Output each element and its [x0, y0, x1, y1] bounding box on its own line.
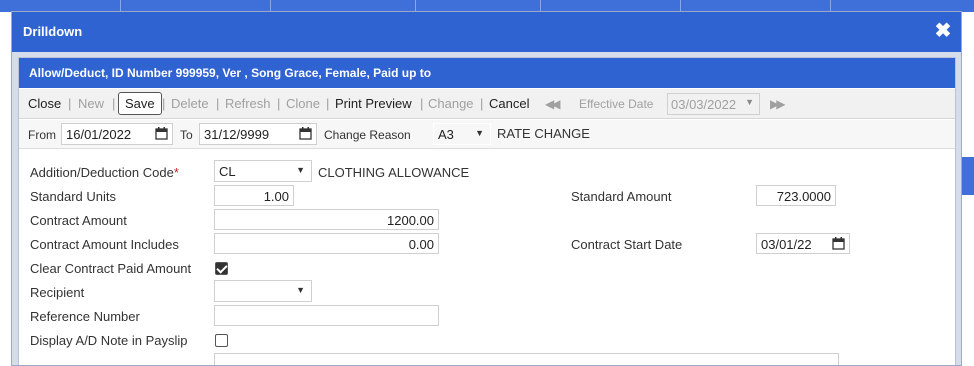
- effective-date-label: Effective Date: [579, 97, 654, 111]
- contract-amount-includes-label: Contract Amount Includes: [30, 237, 179, 252]
- save-button[interactable]: Save: [118, 92, 162, 115]
- refresh-button[interactable]: Refresh: [225, 96, 271, 111]
- standard-amount-input[interactable]: 723.0000: [756, 185, 836, 206]
- new-button[interactable]: New: [78, 96, 104, 111]
- close-x-icon[interactable]: ✖: [933, 21, 953, 41]
- note-textarea[interactable]: [214, 353, 839, 365]
- toolbar-separator: |: [162, 96, 166, 111]
- standard-amount-label: Standard Amount: [571, 189, 672, 204]
- change-reason-select[interactable]: A3 ▼: [433, 123, 491, 145]
- contract-start-date-value: 03/01/22: [761, 237, 812, 252]
- contract-amount-label: Contract Amount: [30, 213, 127, 228]
- toolbar-separator: |: [112, 96, 116, 111]
- ad-code-label: Addition/Deduction Code*: [30, 165, 179, 180]
- reference-number-input[interactable]: [214, 305, 439, 326]
- delete-button[interactable]: Delete: [171, 96, 209, 111]
- contract-start-date-label: Contract Start Date: [571, 237, 683, 252]
- recipient-select[interactable]: ▼: [214, 280, 312, 302]
- calendar-icon[interactable]: [832, 237, 845, 250]
- toolbar-separator: |: [277, 96, 281, 111]
- ad-code-select[interactable]: CL ▼: [214, 160, 312, 182]
- from-date-value: 16/01/2022: [66, 127, 132, 142]
- calendar-icon[interactable]: [299, 127, 312, 140]
- effective-date-select[interactable]: 03/03/2022 ▼: [667, 93, 760, 115]
- contract-amount-includes-input[interactable]: 0.00: [214, 233, 439, 254]
- effective-date-value: 03/03/2022: [671, 97, 737, 112]
- contract-start-date-field[interactable]: 03/01/22: [756, 233, 850, 254]
- toolbar-separator: |: [216, 96, 220, 111]
- calendar-icon[interactable]: [155, 127, 168, 140]
- to-date-field[interactable]: 31/12/9999: [199, 123, 317, 145]
- standard-units-label: Standard Units: [30, 189, 116, 204]
- drilldown-dialog: Drilldown ✖ Allow/Deduct, ID Number 9999…: [11, 11, 962, 366]
- to-date-value: 31/12/9999: [204, 127, 270, 142]
- standard-units-input[interactable]: 1.00: [214, 185, 294, 206]
- chevron-down-icon: ▼: [296, 285, 305, 295]
- required-marker: *: [173, 165, 179, 180]
- allow-deduct-panel: Allow/Deduct, ID Number 999959, Ver , So…: [18, 57, 956, 365]
- contract-amount-input[interactable]: 1200.00: [214, 209, 439, 230]
- to-label: To: [180, 128, 193, 142]
- reference-number-label: Reference Number: [30, 309, 140, 324]
- clear-contract-label: Clear Contract Paid Amount: [30, 261, 192, 276]
- recipient-label: Recipient: [30, 285, 85, 300]
- toolbar-separator: |: [420, 96, 424, 111]
- toolbar-separator: |: [480, 96, 484, 111]
- toolbar-separator: |: [68, 96, 72, 111]
- record-toolbar: Close | New | Save | Delete | Refresh | …: [19, 89, 955, 119]
- cancel-button[interactable]: Cancel: [489, 96, 529, 111]
- close-button[interactable]: Close: [28, 96, 61, 111]
- change-reason-label: Change Reason: [324, 128, 411, 142]
- background-accent: [962, 157, 974, 195]
- panel-title: Allow/Deduct, ID Number 999959, Ver , So…: [19, 58, 955, 88]
- clear-contract-checkbox[interactable]: [215, 262, 228, 275]
- chevron-down-icon: ▼: [475, 128, 484, 138]
- display-note-checkbox[interactable]: [215, 334, 228, 347]
- ad-code-value: CL: [219, 164, 236, 179]
- chevron-down-icon: ▼: [745, 97, 754, 107]
- change-button[interactable]: Change: [428, 96, 474, 111]
- dialog-header: Drilldown ✖: [12, 12, 961, 52]
- rewind-icon[interactable]: ◀◀: [545, 97, 561, 111]
- dialog-title: Drilldown: [23, 24, 83, 39]
- change-reason-text: RATE CHANGE: [497, 126, 590, 141]
- date-range-row: From 16/01/2022 To 31/12/9999 Change Rea…: [19, 120, 955, 149]
- from-label: From: [28, 128, 56, 142]
- background-page-edge: [962, 12, 974, 366]
- chevron-down-icon: ▼: [296, 165, 305, 175]
- ad-code-label-text: Addition/Deduction Code: [30, 165, 174, 180]
- toolbar-separator: |: [326, 96, 330, 111]
- ad-code-description: CLOTHING ALLOWANCE: [318, 165, 470, 180]
- display-note-label: Display A/D Note in Payslip: [30, 333, 188, 348]
- fast-forward-icon[interactable]: ▶▶: [770, 97, 786, 111]
- change-reason-code: A3: [438, 127, 454, 142]
- from-date-field[interactable]: 16/01/2022: [61, 123, 173, 145]
- print-preview-button[interactable]: Print Preview: [335, 96, 412, 111]
- clone-button[interactable]: Clone: [286, 96, 320, 111]
